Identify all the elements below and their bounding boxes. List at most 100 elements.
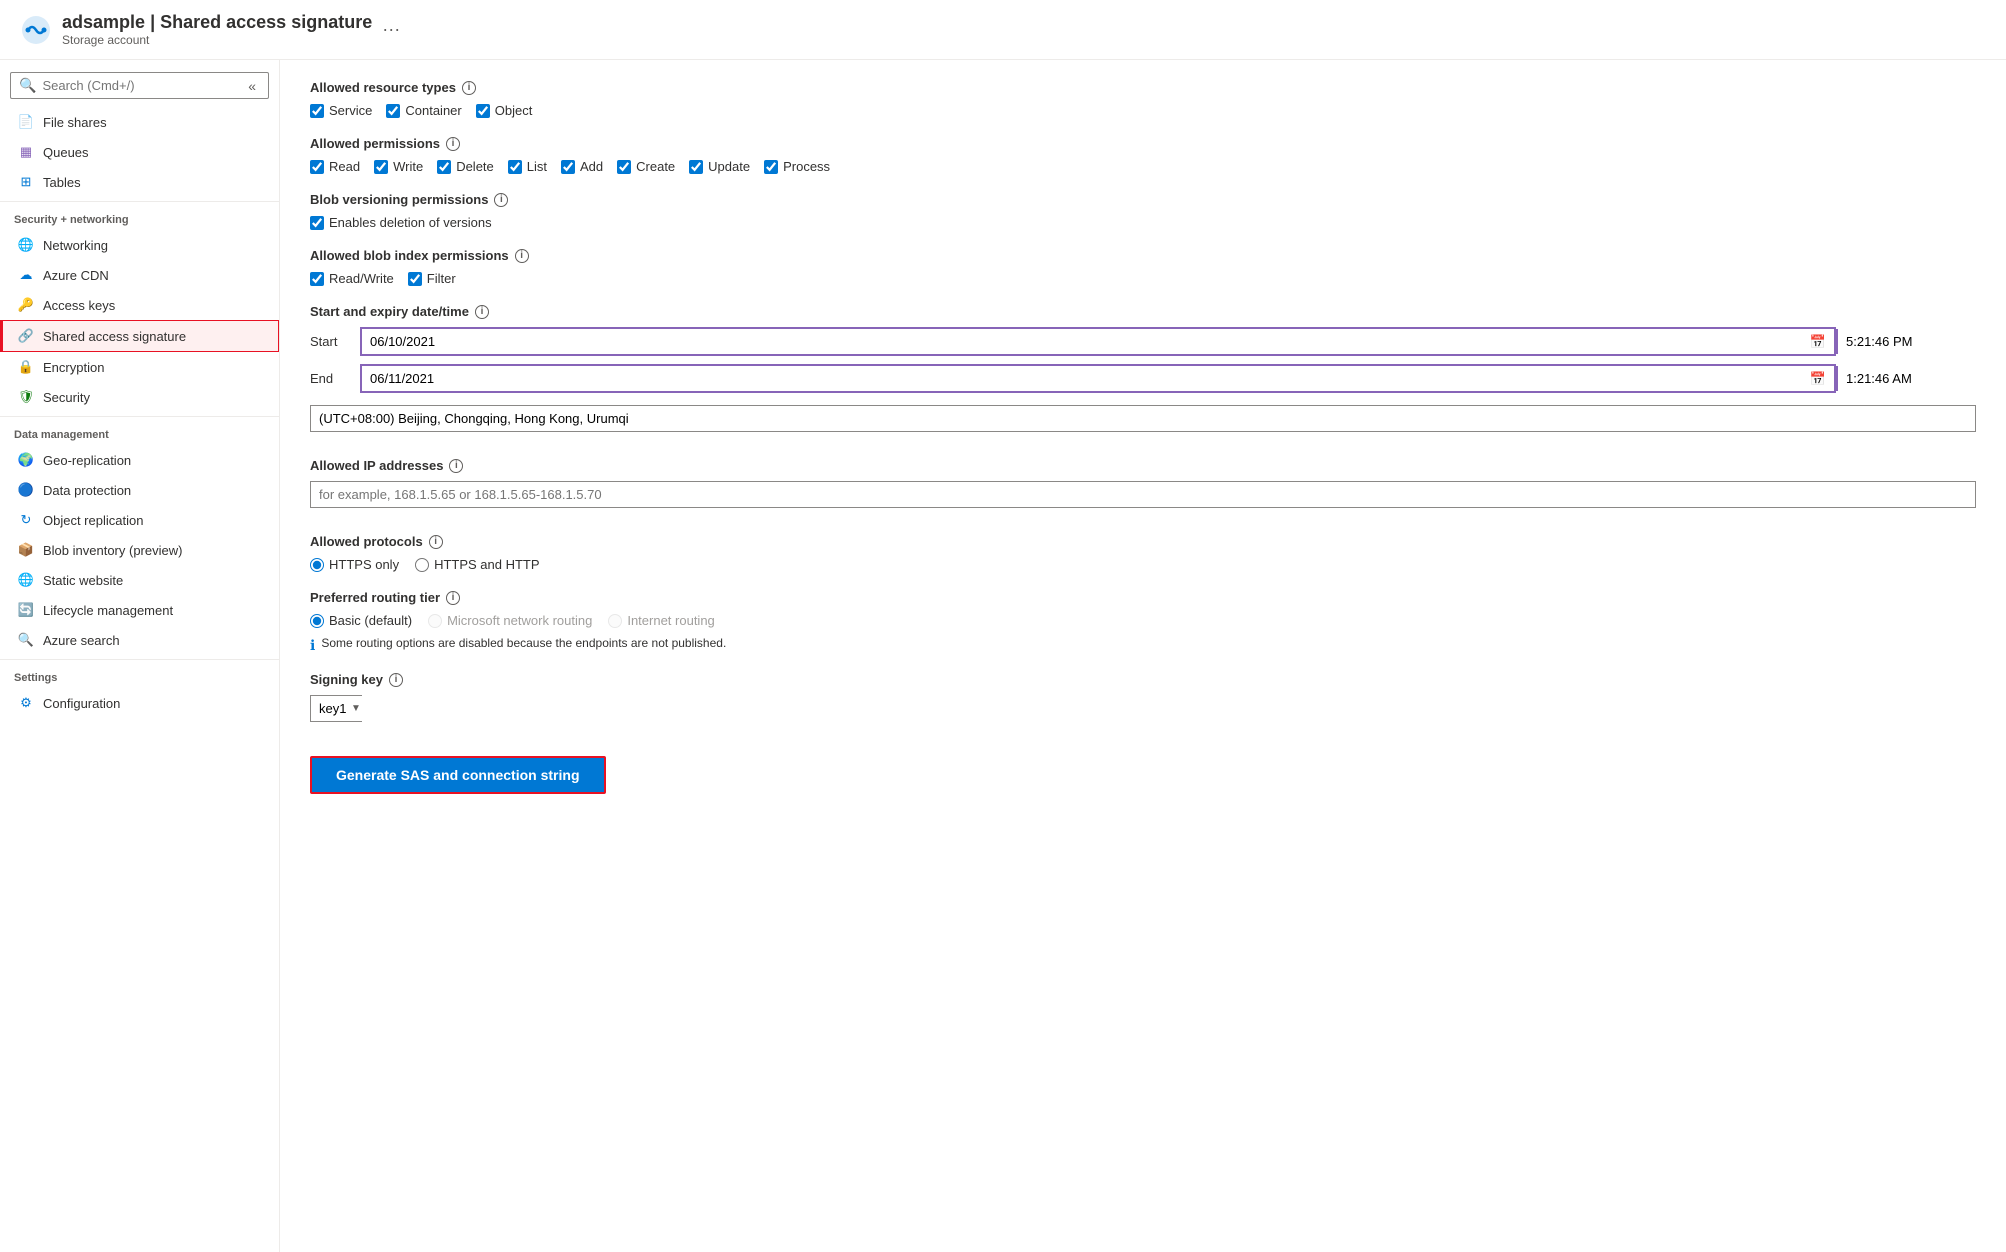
delete-checkbox[interactable] bbox=[437, 160, 451, 174]
sidebar-item-label: Networking bbox=[43, 238, 108, 253]
calendar-icon-start[interactable]: 📅 bbox=[1802, 330, 1834, 354]
https-only-radio[interactable] bbox=[310, 558, 324, 572]
blob-icon: 📦 bbox=[17, 541, 35, 559]
update-checkbox[interactable] bbox=[689, 160, 703, 174]
end-date-input-wrapper: 📅 bbox=[360, 364, 1836, 393]
search-icon: 🔍 bbox=[19, 77, 36, 94]
search2-icon: 🔍 bbox=[17, 631, 35, 649]
config-icon: ⚙ bbox=[17, 694, 35, 712]
list-checkbox[interactable] bbox=[508, 160, 522, 174]
blob-index-label: Allowed blob index permissions i bbox=[310, 248, 1976, 263]
more-options-icon[interactable]: ··· bbox=[382, 19, 400, 40]
info-icon-protocols[interactable]: i bbox=[429, 535, 443, 549]
key-icon: 🔑 bbox=[17, 296, 35, 314]
sidebar-item-queues[interactable]: ▦ Queues bbox=[0, 137, 279, 167]
data-prot-icon: 🔵 bbox=[17, 481, 35, 499]
calendar-icon-end[interactable]: 📅 bbox=[1802, 367, 1834, 391]
ip-input[interactable] bbox=[310, 481, 1976, 508]
read-write-checkbox[interactable] bbox=[310, 272, 324, 286]
container-label: Container bbox=[405, 103, 461, 118]
start-time-input[interactable] bbox=[1836, 329, 1976, 354]
generate-sas-button[interactable]: Generate SAS and connection string bbox=[310, 756, 606, 794]
info-icon-versioning[interactable]: i bbox=[494, 193, 508, 207]
sidebar-item-tables[interactable]: ⊞ Tables bbox=[0, 167, 279, 197]
end-date-input[interactable] bbox=[362, 366, 1802, 391]
sidebar-item-shared-access-signature[interactable]: 🔗 Shared access signature bbox=[0, 320, 279, 352]
start-label: Start bbox=[310, 334, 360, 349]
sidebar-item-azure-cdn[interactable]: ☁ Azure CDN bbox=[0, 260, 279, 290]
timezone-input[interactable] bbox=[310, 405, 1976, 432]
checkbox-write: Write bbox=[374, 159, 423, 174]
preferred-routing-section: Preferred routing tier i Basic (default)… bbox=[310, 590, 1976, 654]
sidebar-item-file-shares[interactable]: 📄 File shares bbox=[0, 107, 279, 137]
https-http-radio[interactable] bbox=[415, 558, 429, 572]
blob-index-section: Allowed blob index permissions i Read/Wr… bbox=[310, 248, 1976, 286]
sidebar-item-blob-inventory[interactable]: 📦 Blob inventory (preview) bbox=[0, 535, 279, 565]
start-date-row: Start 📅 bbox=[310, 327, 1976, 356]
filter-checkbox[interactable] bbox=[408, 272, 422, 286]
sidebar-item-lifecycle-management[interactable]: 🔄 Lifecycle management bbox=[0, 595, 279, 625]
sidebar-item-object-replication[interactable]: ↻ Object replication bbox=[0, 505, 279, 535]
signing-key-select-wrapper: key1 key2 ▼ bbox=[310, 695, 362, 722]
page-header: adsample | Shared access signature Stora… bbox=[0, 0, 2006, 60]
info-icon-blob-index[interactable]: i bbox=[515, 249, 529, 263]
lifecycle-icon: 🔄 bbox=[17, 601, 35, 619]
sidebar-item-label: Geo-replication bbox=[43, 453, 131, 468]
process-checkbox[interactable] bbox=[764, 160, 778, 174]
sidebar-item-security[interactable]: 🛡 Security bbox=[0, 382, 279, 412]
sidebar-item-data-protection[interactable]: 🔵 Data protection bbox=[0, 475, 279, 505]
routing-options: Basic (default) Microsoft network routin… bbox=[310, 613, 1976, 628]
end-time-input[interactable] bbox=[1836, 366, 1976, 391]
enables-deletion-checkbox[interactable] bbox=[310, 216, 324, 230]
collapse-button[interactable]: « bbox=[244, 78, 260, 94]
radio-microsoft: Microsoft network routing bbox=[428, 613, 592, 628]
checkbox-add: Add bbox=[561, 159, 603, 174]
sidebar-item-access-keys[interactable]: 🔑 Access keys bbox=[0, 290, 279, 320]
info-icon-resource[interactable]: i bbox=[462, 81, 476, 95]
read-checkbox[interactable] bbox=[310, 160, 324, 174]
sidebar-item-label: Lifecycle management bbox=[43, 603, 173, 618]
sidebar-item-networking[interactable]: 🌐 Networking bbox=[0, 230, 279, 260]
object-checkbox[interactable] bbox=[476, 104, 490, 118]
sidebar-item-label: Access keys bbox=[43, 298, 115, 313]
preferred-routing-label: Preferred routing tier i bbox=[310, 590, 1976, 605]
date-time-section: Start and expiry date/time i Start 📅 End… bbox=[310, 304, 1976, 440]
add-checkbox[interactable] bbox=[561, 160, 575, 174]
info-icon-permissions[interactable]: i bbox=[446, 137, 460, 151]
service-checkbox[interactable] bbox=[310, 104, 324, 118]
protocols-options: HTTPS only HTTPS and HTTP bbox=[310, 557, 1976, 572]
start-date-input[interactable] bbox=[362, 329, 1802, 354]
basic-routing-radio[interactable] bbox=[310, 614, 324, 628]
info-icon-signing[interactable]: i bbox=[389, 673, 403, 687]
search-input[interactable] bbox=[42, 78, 244, 93]
allowed-protocols-section: Allowed protocols i HTTPS only HTTPS and… bbox=[310, 534, 1976, 572]
internet-routing-radio[interactable] bbox=[608, 614, 622, 628]
checkbox-list: List bbox=[508, 159, 547, 174]
checkbox-object: Object bbox=[476, 103, 533, 118]
allowed-protocols-label: Allowed protocols i bbox=[310, 534, 1976, 549]
sidebar-item-label: Encryption bbox=[43, 360, 104, 375]
sidebar-item-encryption[interactable]: 🔒 Encryption bbox=[0, 352, 279, 382]
checkbox-enables-deletion: Enables deletion of versions bbox=[310, 215, 492, 230]
checkbox-read: Read bbox=[310, 159, 360, 174]
signing-key-select[interactable]: key1 key2 bbox=[311, 696, 371, 721]
sidebar-item-azure-search[interactable]: 🔍 Azure search bbox=[0, 625, 279, 655]
sidebar-item-static-website[interactable]: 🌐 Static website bbox=[0, 565, 279, 595]
notice-text: Some routing options are disabled becaus… bbox=[321, 636, 726, 650]
info-icon-routing[interactable]: i bbox=[446, 591, 460, 605]
queues-icon: ▦ bbox=[17, 143, 35, 161]
microsoft-routing-radio[interactable] bbox=[428, 614, 442, 628]
sidebar-item-configuration[interactable]: ⚙ Configuration bbox=[0, 688, 279, 718]
checkbox-delete: Delete bbox=[437, 159, 494, 174]
info-icon-ip[interactable]: i bbox=[449, 459, 463, 473]
container-checkbox[interactable] bbox=[386, 104, 400, 118]
radio-basic: Basic (default) bbox=[310, 613, 412, 628]
write-checkbox[interactable] bbox=[374, 160, 388, 174]
blob-index-options: Read/Write Filter bbox=[310, 271, 1976, 286]
info-icon-datetime[interactable]: i bbox=[475, 305, 489, 319]
create-checkbox[interactable] bbox=[617, 160, 631, 174]
sidebar-item-label: File shares bbox=[43, 115, 107, 130]
file-shares-icon: 📄 bbox=[17, 113, 35, 131]
settings-section-label: Settings bbox=[0, 664, 279, 688]
sidebar-item-geo-replication[interactable]: 🌍 Geo-replication bbox=[0, 445, 279, 475]
